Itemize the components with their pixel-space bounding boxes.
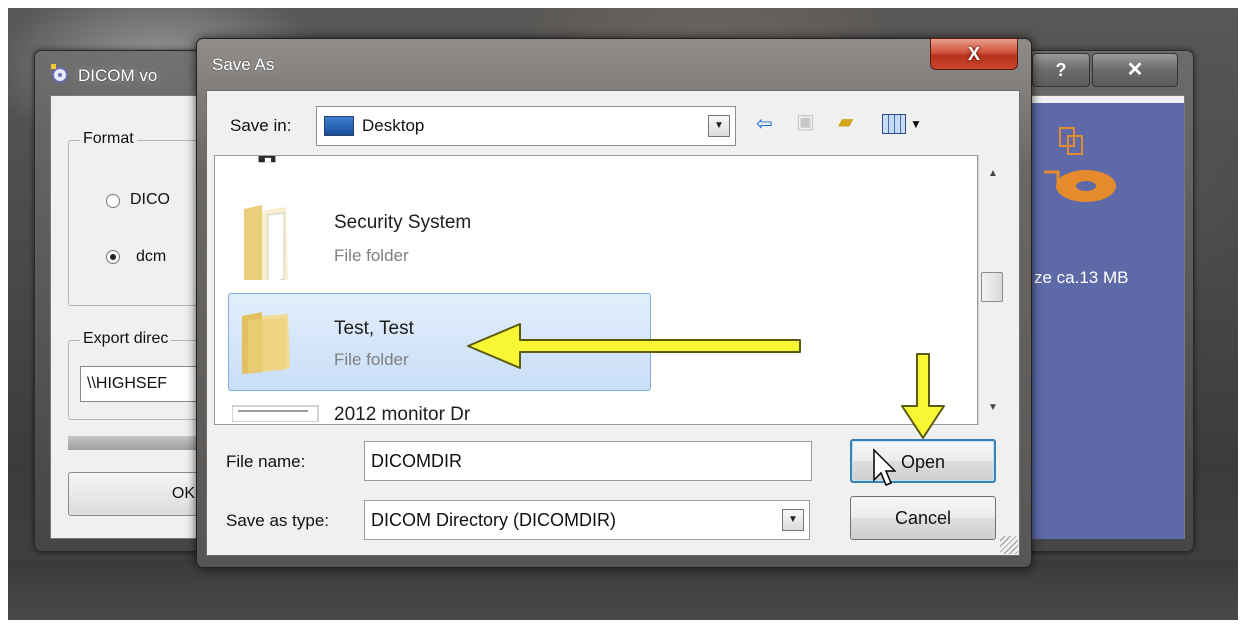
radio-dicom-label: DICO: [130, 191, 170, 208]
dialog-title: Save As: [212, 55, 275, 74]
radio-dcm[interactable]: [106, 250, 120, 264]
folder-icon: [242, 312, 290, 374]
save-in-label: Save in:: [230, 116, 292, 135]
back-arrow-icon[interactable]: ⇦: [756, 112, 773, 136]
format-group-label: Format: [80, 130, 137, 148]
scrollbar-thumb[interactable]: [981, 272, 1003, 302]
size-estimate: ze ca.13 MB: [1034, 268, 1129, 287]
radio-dcm-label: dcm: [136, 248, 167, 265]
back-close-button[interactable]: ✕: [1092, 53, 1178, 87]
desktop-icon: [324, 116, 354, 136]
views-dropdown-icon[interactable]: ▼: [910, 112, 922, 136]
folder-icon: [244, 205, 288, 280]
save-in-value: Desktop: [362, 116, 425, 135]
file-name[interactable]: Security System: [334, 212, 471, 234]
app-icon: [51, 64, 68, 83]
save-in-dropdown-button[interactable]: ▼: [708, 115, 730, 137]
scroll-down-arrow[interactable]: ▼: [988, 402, 998, 413]
help-button[interactable]: ?: [1032, 53, 1090, 87]
desktop-bottom: [8, 560, 1238, 620]
file-name[interactable]: 2012 monitor Dr: [334, 404, 470, 426]
mouse-cursor-icon: [873, 448, 896, 486]
annotation-arrow-left: [467, 323, 801, 369]
scroll-up-arrow[interactable]: ▲: [988, 168, 998, 179]
resize-grip[interactable]: [1000, 536, 1018, 554]
radio-dicom[interactable]: [106, 194, 120, 208]
folder-icon: [258, 156, 276, 163]
views-menu-icon[interactable]: [882, 114, 906, 134]
disc-icon: [1044, 127, 1116, 202]
back-window-title: DICOM vo: [78, 66, 158, 85]
up-folder-icon[interactable]: ▣: [796, 110, 815, 134]
document-icon: [232, 405, 319, 422]
cancel-button[interactable]: Cancel: [850, 496, 996, 540]
file-type: File folder: [334, 246, 409, 265]
export-directory-label: Export direc: [80, 330, 172, 348]
save-as-type-label: Save as type:: [226, 511, 330, 530]
dialog-close-button[interactable]: X: [930, 38, 1018, 70]
file-name[interactable]: Test, Test: [334, 318, 414, 340]
new-folder-icon[interactable]: ▰: [838, 110, 853, 134]
save-as-type-combo[interactable]: DICOM Directory (DICOMDIR): [364, 500, 810, 540]
save-as-type-dropdown-button[interactable]: ▼: [782, 509, 804, 531]
file-name-label: File name:: [226, 452, 306, 471]
annotation-arrow-down: [901, 353, 945, 439]
file-name-input[interactable]: DICOMDIR: [364, 441, 812, 481]
file-type: File folder: [334, 350, 409, 369]
